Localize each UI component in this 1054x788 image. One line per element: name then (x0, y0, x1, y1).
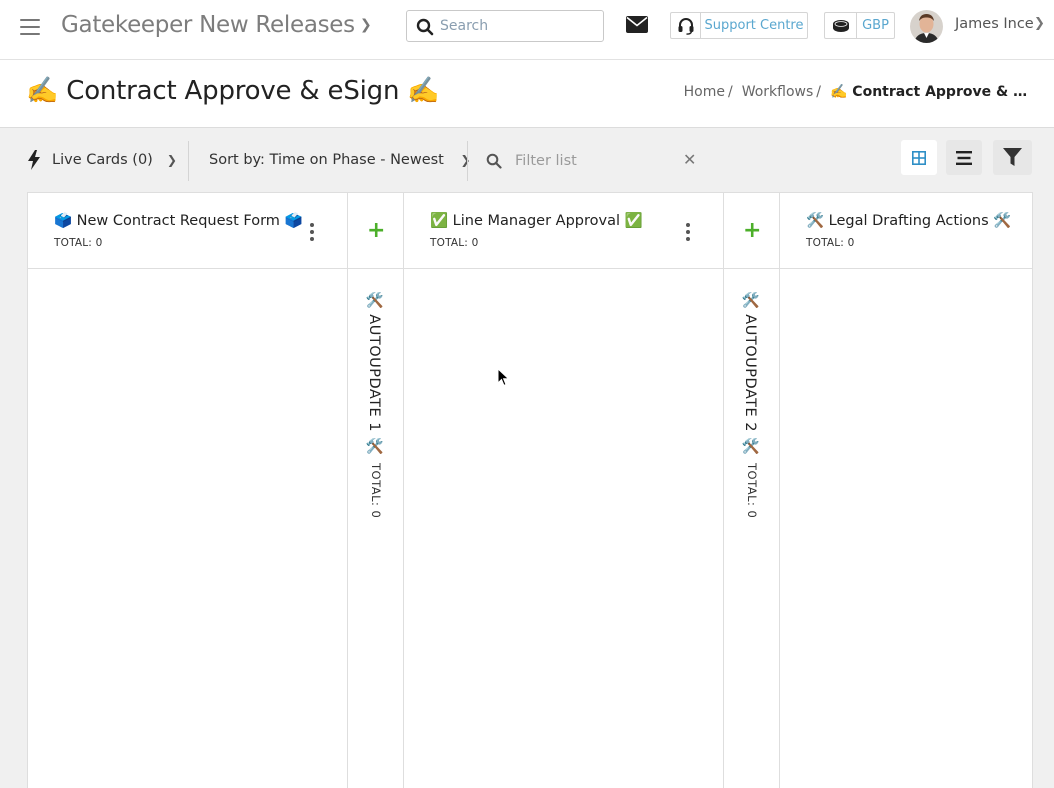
add-phase-button[interactable]: + (743, 220, 761, 242)
automation-column: + 🛠️ AUTOUPDATE 1 🛠️ TOTAL: 0 (348, 193, 404, 788)
phase-name[interactable]: 🗳️ New Contract Request Form 🗳️ (54, 212, 303, 229)
automation-total: TOTAL: 0 (745, 463, 759, 519)
chevron-right-icon: ❯ (460, 153, 471, 167)
list-view-button[interactable] (946, 140, 982, 175)
automation-column: + 🛠️ AUTOUPDATE 2 🛠️ TOTAL: 0 (724, 193, 780, 788)
phase-total: TOTAL: 0 (806, 237, 855, 249)
phase-column: ✅ Line Manager Approval ✅ TOTAL: 0 (404, 193, 724, 788)
phase-name[interactable]: ✅ Line Manager Approval ✅ (430, 212, 643, 229)
automation-header: + (724, 193, 779, 269)
list-icon (956, 150, 972, 165)
mouse-cursor-icon (498, 369, 510, 387)
filter-input[interactable] (515, 150, 675, 172)
sort-by-button[interactable]: Sort by: Time on Phase - Newest ❯ (209, 152, 471, 168)
phase-column: 🗳️ New Contract Request Form 🗳️ TOTAL: 0 (28, 193, 348, 788)
coins-icon (832, 19, 849, 32)
automation-name[interactable]: 🛠️ AUTOUPDATE 2 🛠️ (742, 291, 759, 455)
automation-header: + (348, 193, 403, 269)
more-vertical-icon[interactable] (685, 223, 691, 241)
phase-header: ✅ Line Manager Approval ✅ TOTAL: 0 (404, 193, 723, 269)
live-cards-button[interactable]: Live Cards (0) ❯ (28, 150, 177, 170)
support-centre-label: Support Centre (704, 18, 804, 33)
breadcrumb-current: ✍️ Contract Approve & eSig... (830, 84, 1030, 100)
menu-icon[interactable] (20, 19, 40, 35)
automation-name[interactable]: 🛠️ AUTOUPDATE 1 🛠️ (366, 291, 383, 455)
phase-column: 🛠️ Legal Drafting Actions 🛠️ TOTAL: 0 (780, 193, 1032, 788)
user-name[interactable]: James Ince (955, 16, 1034, 32)
grid-icon (912, 150, 926, 165)
toolbar-divider (467, 141, 468, 181)
add-phase-button[interactable]: + (367, 220, 385, 242)
toolbar-divider (188, 141, 189, 181)
phase-header: 🛠️ Legal Drafting Actions 🛠️ TOTAL: 0 (780, 193, 1032, 269)
live-cards-label: Live Cards (0) (52, 152, 153, 168)
search-box[interactable] (406, 10, 604, 42)
chevron-right-icon[interactable]: ❯ (360, 17, 372, 33)
mail-icon[interactable] (626, 16, 648, 33)
app-title[interactable]: Gatekeeper New Releases (61, 12, 355, 38)
breadcrumb: Home / Workflows / ✍️ Contract Approve &… (684, 84, 1030, 100)
currency-label: GBP (862, 18, 889, 33)
support-centre-button[interactable]: Support Centre (670, 12, 808, 39)
automation-total: TOTAL: 0 (369, 463, 383, 519)
filter-box[interactable]: ✕ (486, 150, 698, 172)
breadcrumb-separator: / (816, 84, 821, 100)
kanban-board: 🗳️ New Contract Request Form 🗳️ TOTAL: 0… (27, 192, 1033, 788)
breadcrumb-workflows[interactable]: Workflows (742, 84, 814, 100)
close-icon[interactable]: ✕ (683, 150, 696, 169)
search-icon (416, 18, 434, 36)
phase-name[interactable]: 🛠️ Legal Drafting Actions 🛠️ (806, 212, 1011, 229)
filter-icon (1003, 148, 1022, 166)
page-header: ✍️ Contract Approve & eSign ✍️ Home / Wo… (0, 60, 1054, 128)
board-toolbar: Live Cards (0) ❯ Sort by: Time on Phase … (0, 128, 1054, 192)
page-title: ✍️ Contract Approve & eSign ✍️ (26, 76, 440, 106)
currency-button[interactable]: GBP (824, 12, 895, 39)
user-avatar-icon (910, 10, 943, 43)
breadcrumb-separator: / (727, 84, 733, 100)
filter-button[interactable] (993, 140, 1032, 175)
sort-by-label: Sort by: Time on Phase - Newest (209, 152, 444, 168)
grid-view-button[interactable] (901, 140, 937, 175)
search-input[interactable] (440, 15, 595, 37)
more-vertical-icon[interactable] (309, 223, 315, 241)
headset-icon (678, 17, 693, 35)
phase-header: 🗳️ New Contract Request Form 🗳️ TOTAL: 0 (28, 193, 347, 269)
chevron-right-icon[interactable]: ❯ (1034, 16, 1045, 31)
search-icon (486, 153, 502, 169)
lightning-icon (28, 150, 40, 170)
top-bar: Gatekeeper New Releases ❯ Support Centre (0, 0, 1054, 60)
phase-total: TOTAL: 0 (54, 237, 103, 249)
chevron-right-icon: ❯ (166, 153, 177, 167)
breadcrumb-home[interactable]: Home (684, 84, 725, 100)
avatar[interactable] (910, 10, 943, 43)
phase-total: TOTAL: 0 (430, 237, 479, 249)
